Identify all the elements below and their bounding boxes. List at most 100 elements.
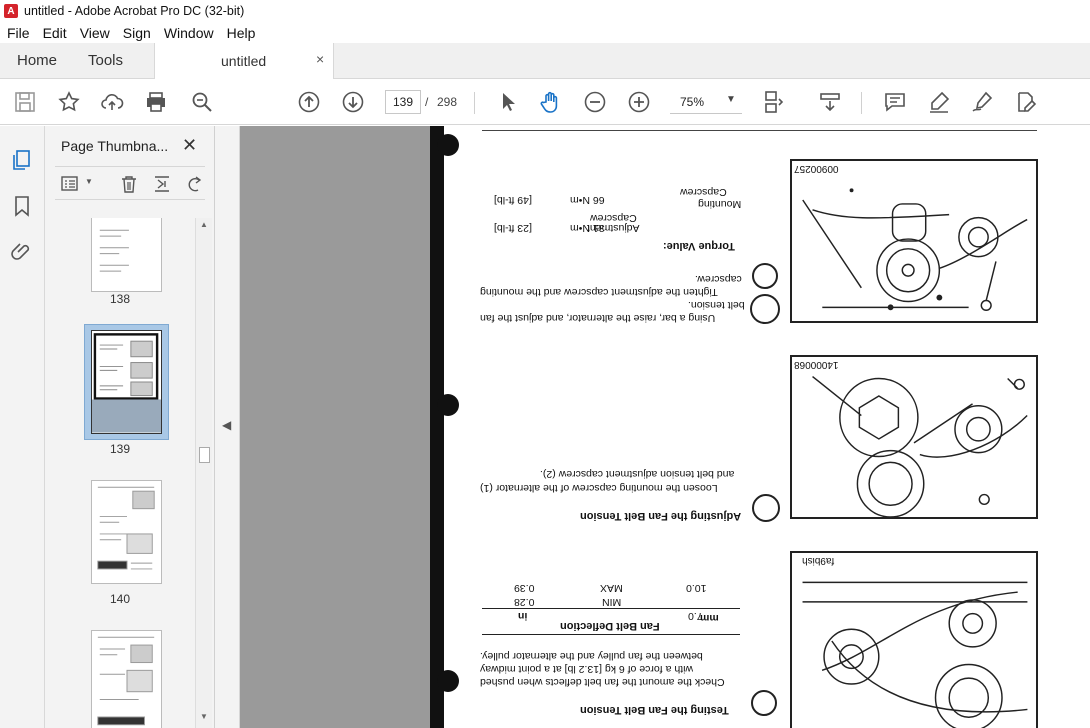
thumbnail-page[interactable]: [91, 480, 162, 584]
zoom-search-icon[interactable]: [190, 90, 214, 114]
adjusting-line-2: and belt tension adjustment capscrew (2)…: [540, 468, 735, 480]
binding-edge: [430, 126, 444, 728]
deflection-min-in: 0.28: [514, 596, 535, 608]
menu-window[interactable]: Window: [157, 25, 220, 41]
testing-gauge-icon: [751, 690, 777, 716]
punch-hole: [437, 394, 459, 416]
zoom-value: 75%: [680, 95, 705, 109]
torque-name-2a: Mounting: [698, 198, 742, 210]
deflection-min-label: MIN: [602, 596, 622, 608]
scroll-down-icon[interactable]: ▼: [200, 712, 208, 721]
figure-id: 14000068: [794, 359, 839, 370]
select-cursor-icon[interactable]: [496, 90, 520, 114]
title-bar: A untitled - Adobe Acrobat Pro DC (32-bi…: [0, 0, 1090, 22]
menu-sign[interactable]: Sign: [116, 25, 157, 41]
upload-cloud-icon[interactable]: [100, 90, 124, 114]
thumbnail-label: 140: [109, 592, 131, 606]
raise-line-4: capscrew.: [695, 273, 742, 285]
adjust-symbol-icon: [750, 294, 780, 324]
acrobat-logo-icon: A: [4, 4, 18, 18]
torque-nm-2: 66 N•m: [570, 194, 605, 206]
previous-page-icon[interactable]: [297, 90, 321, 114]
thumbnail-page-selected[interactable]: [91, 330, 162, 434]
chevron-down-icon: ▼: [726, 94, 736, 105]
table-rule: [482, 634, 740, 635]
deflection-header-in: in: [518, 610, 528, 622]
raise-line-3: Tighten the adjustment capscrew and the …: [480, 286, 718, 298]
window-title: untitled - Adobe Acrobat Pro DC (32-bit): [24, 4, 245, 18]
thumbnail-page[interactable]: [91, 630, 162, 728]
punch-hole: [437, 670, 459, 692]
thumbnail-label: 139: [109, 442, 131, 456]
save-icon[interactable]: [13, 90, 37, 114]
attachment-icon[interactable]: [10, 240, 34, 264]
scanned-gray-margin: [240, 126, 432, 728]
thumbnail-page[interactable]: [91, 218, 162, 292]
rotate-page-icon[interactable]: [185, 175, 205, 193]
thumbnail-options-icon[interactable]: [61, 175, 81, 193]
toolbar-divider: [861, 92, 862, 114]
table-rule: [482, 608, 740, 609]
collapse-left-icon[interactable]: ◀: [222, 418, 231, 432]
scroll-thumb[interactable]: [199, 447, 210, 463]
zoom-in-icon[interactable]: [627, 90, 651, 114]
belt-adjust-icon: [752, 494, 780, 522]
comment-icon[interactable]: [883, 90, 907, 114]
punch-hole: [437, 134, 459, 156]
scrolling-mode-icon[interactable]: [818, 90, 842, 114]
adjusting-line-1: Loosen the mounting capscrew of the alte…: [480, 482, 718, 494]
figure-fan-belt: fa9bish: [790, 551, 1038, 728]
tab-bar: Home Tools untitled ×: [0, 43, 1090, 79]
deflection-header-mm: mm: [700, 612, 719, 624]
close-panel-button[interactable]: ✕: [182, 135, 197, 156]
torque-wrench-icon: [752, 263, 778, 289]
testing-line-3: between the fan pulley and the alternato…: [480, 650, 703, 662]
panel-collapse-strip[interactable]: ◀: [215, 126, 240, 728]
thumbnail-label: 138: [109, 292, 131, 306]
deflection-max-label: MAX: [600, 582, 623, 594]
highlight-pen-icon[interactable]: [927, 90, 951, 114]
page-number-input[interactable]: 139: [385, 90, 421, 114]
bookmark-star-icon[interactable]: [57, 90, 81, 114]
thumbnail-scrollbar[interactable]: ▲ ▼: [195, 218, 212, 728]
testing-title: Testing the Fan Belt Tension: [580, 704, 729, 716]
print-icon[interactable]: [144, 90, 168, 114]
menu-help[interactable]: Help: [220, 25, 262, 41]
tab-document[interactable]: untitled ×: [154, 43, 334, 79]
delete-page-icon[interactable]: [119, 175, 139, 193]
scroll-up-icon[interactable]: ▲: [200, 220, 208, 229]
menu-edit[interactable]: Edit: [36, 25, 73, 41]
page-display-icon[interactable]: [762, 90, 786, 114]
document-view[interactable]: 00900257 14000068 fa9bish Torque Value: …: [240, 126, 1090, 728]
menu-file[interactable]: File: [0, 25, 36, 41]
toolbar-divider: [474, 92, 475, 114]
extract-pages-icon[interactable]: [153, 175, 173, 193]
torque-name-2b: Capscrew: [680, 186, 727, 198]
thumbnail-list: 138 139 140: [45, 218, 195, 728]
menu-bar: File Edit View Sign Window Help: [0, 22, 1090, 43]
tab-tools[interactable]: Tools: [88, 43, 123, 79]
left-rail: [0, 126, 45, 728]
zoom-dropdown[interactable]: 75% ▼: [670, 90, 742, 114]
page-separator: /: [425, 95, 429, 109]
raise-line-2: belt tension.: [688, 299, 745, 311]
close-tab-button[interactable]: ×: [316, 51, 324, 67]
zoom-out-icon[interactable]: [583, 90, 607, 114]
bookmark-icon[interactable]: [10, 194, 34, 218]
page-thumbnails-icon[interactable]: [10, 148, 34, 172]
page-top-rule: [482, 130, 1037, 131]
torque-ftlb-1: [23 ft-lb]: [494, 222, 532, 234]
tab-home[interactable]: Home: [17, 43, 57, 79]
torque-nm-1: 31 N•m: [570, 222, 605, 234]
edit-pdf-icon[interactable]: [1014, 90, 1038, 114]
figure-alternator-capscrew: 14000068: [790, 355, 1038, 519]
panel-toolbar: ▼: [55, 166, 205, 200]
torque-title: Torque Value:: [663, 240, 735, 252]
figure-alternator-torque: 00900257: [790, 159, 1038, 323]
hand-tool-icon[interactable]: [539, 90, 563, 114]
next-page-icon[interactable]: [341, 90, 365, 114]
testing-line-1: Check the amount the fan belt deflects w…: [480, 676, 725, 688]
menu-view[interactable]: View: [73, 25, 116, 41]
figure-id: fa9bish: [802, 555, 835, 566]
sign-icon[interactable]: [970, 90, 994, 114]
